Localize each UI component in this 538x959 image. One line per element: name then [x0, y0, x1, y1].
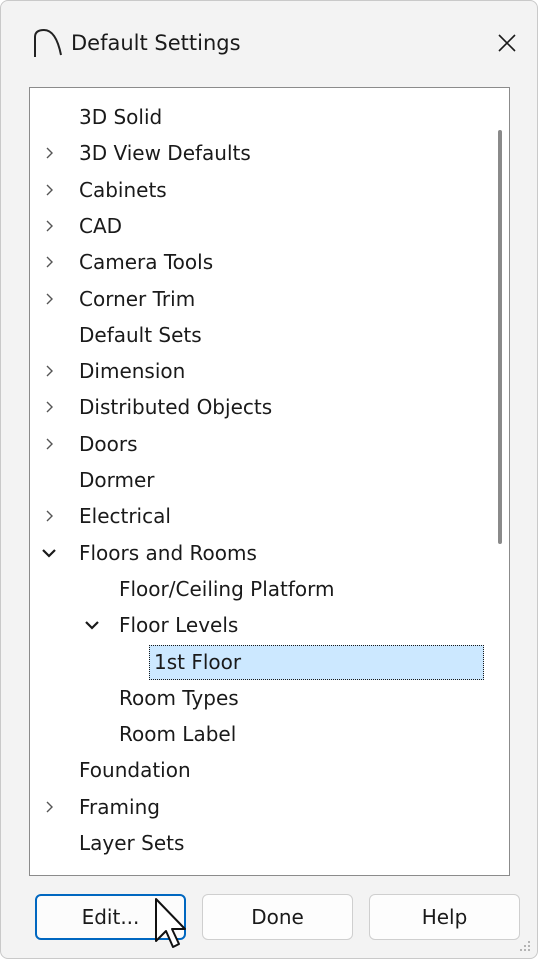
tree-item[interactable]: Camera Tools: [30, 244, 485, 280]
settings-tree[interactable]: 3D Solid 3D View Defaults Cabinets CAD Camer…: [29, 87, 510, 876]
tree-item-label: Dormer: [79, 468, 155, 492]
close-button[interactable]: [487, 23, 527, 63]
title-bar[interactable]: Default Settings: [1, 1, 537, 87]
tree-item[interactable]: Dormer: [30, 462, 485, 498]
tree-item[interactable]: Floors and Rooms: [30, 535, 485, 571]
tree-scrollbar[interactable]: [493, 88, 509, 875]
tree-item[interactable]: CAD: [30, 208, 485, 244]
chevron-right-icon[interactable]: [40, 398, 58, 416]
tree-item-label: Corner Trim: [79, 286, 196, 311]
tree-item-label: Layer Sets: [79, 831, 185, 855]
tree-item-label: Camera Tools: [79, 250, 214, 275]
arch-icon: [34, 28, 62, 57]
tree-item[interactable]: Corner Trim: [30, 281, 485, 317]
close-icon: [498, 34, 516, 52]
tree-item[interactable]: Foundation: [30, 752, 485, 788]
chevron-right-icon[interactable]: [40, 144, 58, 162]
tree-item-label: Floor/Ceiling Platform: [119, 576, 335, 601]
chevron-right-icon[interactable]: [40, 253, 58, 271]
chevron-right-icon[interactable]: [40, 798, 58, 816]
tree-item-label: 3D Solid: [79, 105, 163, 129]
tree-item-label: Default Sets: [79, 322, 202, 347]
tree-item[interactable]: Distributed Objects: [30, 389, 485, 425]
tree-item-label: Room Types: [119, 685, 239, 710]
tree-item-label: Electrical: [79, 504, 171, 529]
tree-item[interactable]: Default Sets: [30, 317, 485, 353]
tree-item-label: Foundation: [79, 758, 191, 783]
chevron-down-icon[interactable]: [83, 616, 101, 634]
resize-grip-icon[interactable]: [519, 940, 531, 952]
chevron-right-icon[interactable]: [40, 362, 58, 380]
tree-item-label: CAD: [79, 213, 123, 238]
tree-item-label: Framing: [79, 794, 160, 819]
tree-item-label: Floors and Rooms: [79, 540, 257, 565]
tree-item[interactable]: Dimension: [30, 353, 485, 389]
tree-item-label: Room Label: [119, 722, 237, 747]
tree-item-label-selected: 1st Floor: [149, 644, 484, 680]
mouse-pointer-icon: [155, 898, 186, 948]
tree-item[interactable]: Floor/Ceiling Platform: [30, 571, 485, 607]
tree-item-label: Doors: [79, 431, 138, 456]
done-button[interactable]: Done: [202, 894, 353, 940]
tree-item[interactable]: Room Label: [30, 716, 485, 752]
tree-item-label: Dimension: [79, 359, 186, 384]
chevron-right-icon[interactable]: [40, 507, 58, 525]
chevron-right-icon[interactable]: [40, 217, 58, 235]
chevron-down-icon[interactable]: [40, 544, 58, 562]
tree-item[interactable]: Floor Levels: [30, 607, 485, 643]
tree-item[interactable]: Electrical: [30, 498, 485, 534]
tree-item-label: 3D View Defaults: [79, 141, 251, 166]
chevron-right-icon[interactable]: [40, 181, 58, 199]
tree-item[interactable]: 3D Solid: [30, 99, 485, 135]
tree-item[interactable]: 1st Floor: [30, 644, 485, 680]
tree-item[interactable]: Cabinets: [30, 172, 485, 208]
tree-item[interactable]: Framing: [30, 789, 485, 825]
tree-item[interactable]: Layer Sets: [30, 825, 485, 861]
scrollbar-thumb[interactable]: [498, 130, 502, 544]
tree-item[interactable]: Doors: [30, 426, 485, 462]
chevron-right-icon[interactable]: [40, 435, 58, 453]
tree-item-label: Distributed Objects: [79, 395, 273, 420]
dialog-window: Default Settings 3D Solid 3D View Default…: [0, 0, 538, 959]
tree-item[interactable]: Room Types: [30, 680, 485, 716]
help-button[interactable]: Help: [369, 894, 520, 940]
tree-item-label: Cabinets: [79, 177, 167, 202]
tree-item[interactable]: 3D View Defaults: [30, 135, 485, 171]
chevron-right-icon[interactable]: [40, 290, 58, 308]
window-title: Default Settings: [71, 31, 241, 55]
tree-item-label: Floor Levels: [119, 613, 239, 638]
